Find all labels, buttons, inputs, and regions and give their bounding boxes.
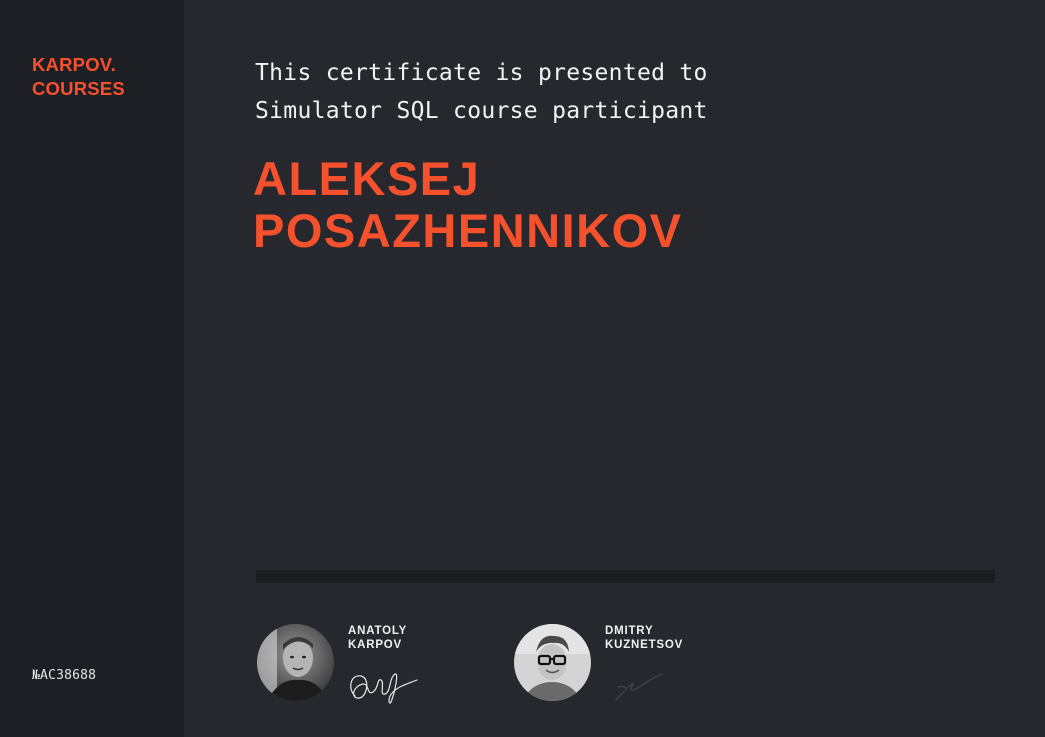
signer-first-name: DMITRY xyxy=(605,625,654,637)
intro-line1: This certificate is presented to xyxy=(255,60,708,86)
certificate-number: №AC38688 xyxy=(32,668,97,683)
certificate-intro: This certificate is presented to Simulat… xyxy=(255,54,708,130)
recipient-first-name: ALEKSEJ xyxy=(253,152,481,205)
signer-last-name: KUZNETSOV xyxy=(605,639,684,651)
person-photo-icon xyxy=(257,624,334,701)
sidebar: KARPOV. COURSES №AC38688 xyxy=(0,0,184,737)
divider-bar xyxy=(256,570,995,583)
signer-name: ANATOLY KARPOV xyxy=(348,624,407,652)
certificate-page: KARPOV. COURSES №AC38688 This certificat… xyxy=(0,0,1045,737)
signer-last-name: KARPOV xyxy=(348,639,403,651)
brand-logo: KARPOV. COURSES xyxy=(32,53,125,101)
recipient-name: ALEKSEJ POSAZHENNIKOV xyxy=(253,153,683,257)
intro-line2: Simulator SQL course participant xyxy=(255,98,708,124)
recipient-last-name: POSAZHENNIKOV xyxy=(253,204,683,257)
logo-line1: KARPOV. xyxy=(32,54,116,75)
handwritten-signature-icon xyxy=(602,666,678,711)
signer-first-name: ANATOLY xyxy=(348,625,408,637)
logo-line2: COURSES xyxy=(32,78,125,99)
handwritten-signature-icon xyxy=(345,666,421,711)
person-photo-icon xyxy=(514,624,591,701)
signer-name: DMITRY KUZNETSOV xyxy=(605,624,683,652)
